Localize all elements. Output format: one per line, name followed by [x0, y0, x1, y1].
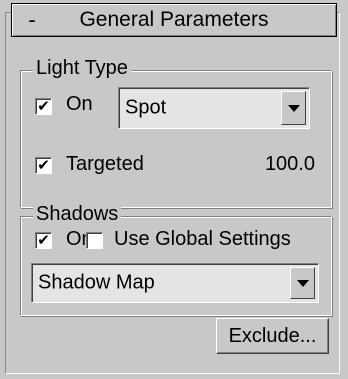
use-global-settings-label: Use Global Settings — [114, 228, 291, 250]
shadows-label: Shadows — [33, 203, 122, 226]
rollout-header[interactable]: - General Parameters — [11, 3, 337, 37]
shadows-group: Shadows ✔ On Use Global Settings Shadow … — [20, 203, 332, 316]
light-type-group: Light Type ✔ On Spot ✔ Targeted 100.0 — [20, 57, 332, 208]
light-type-label: Light Type — [33, 57, 131, 80]
shadow-type-dropdown[interactable]: Shadow Map — [31, 263, 319, 303]
shadow-type-value: Shadow Map — [38, 271, 155, 294]
checkmark-icon: ✔ — [37, 98, 50, 115]
light-on-label: On — [66, 93, 93, 115]
light-on-checkbox[interactable]: ✔ — [35, 98, 52, 115]
target-distance-value: 100.0 — [264, 153, 315, 175]
dropdown-arrow-icon[interactable] — [290, 267, 315, 299]
checkmark-icon: ✔ — [37, 157, 50, 174]
targeted-label: Targeted — [66, 153, 144, 175]
light-type-value: Spot — [125, 96, 167, 119]
use-global-settings-checkbox[interactable] — [86, 232, 103, 249]
targeted-checkbox[interactable]: ✔ — [35, 157, 52, 174]
light-type-dropdown[interactable]: Spot — [118, 87, 310, 129]
collapse-icon[interactable]: - — [12, 9, 52, 31]
checkmark-icon: ✔ — [37, 232, 50, 249]
shadows-on-checkbox[interactable]: ✔ — [35, 232, 52, 249]
rollout-title: General Parameters — [79, 8, 269, 31]
dropdown-arrow-icon[interactable] — [281, 91, 306, 125]
exclude-button[interactable]: Exclude... — [216, 318, 329, 354]
